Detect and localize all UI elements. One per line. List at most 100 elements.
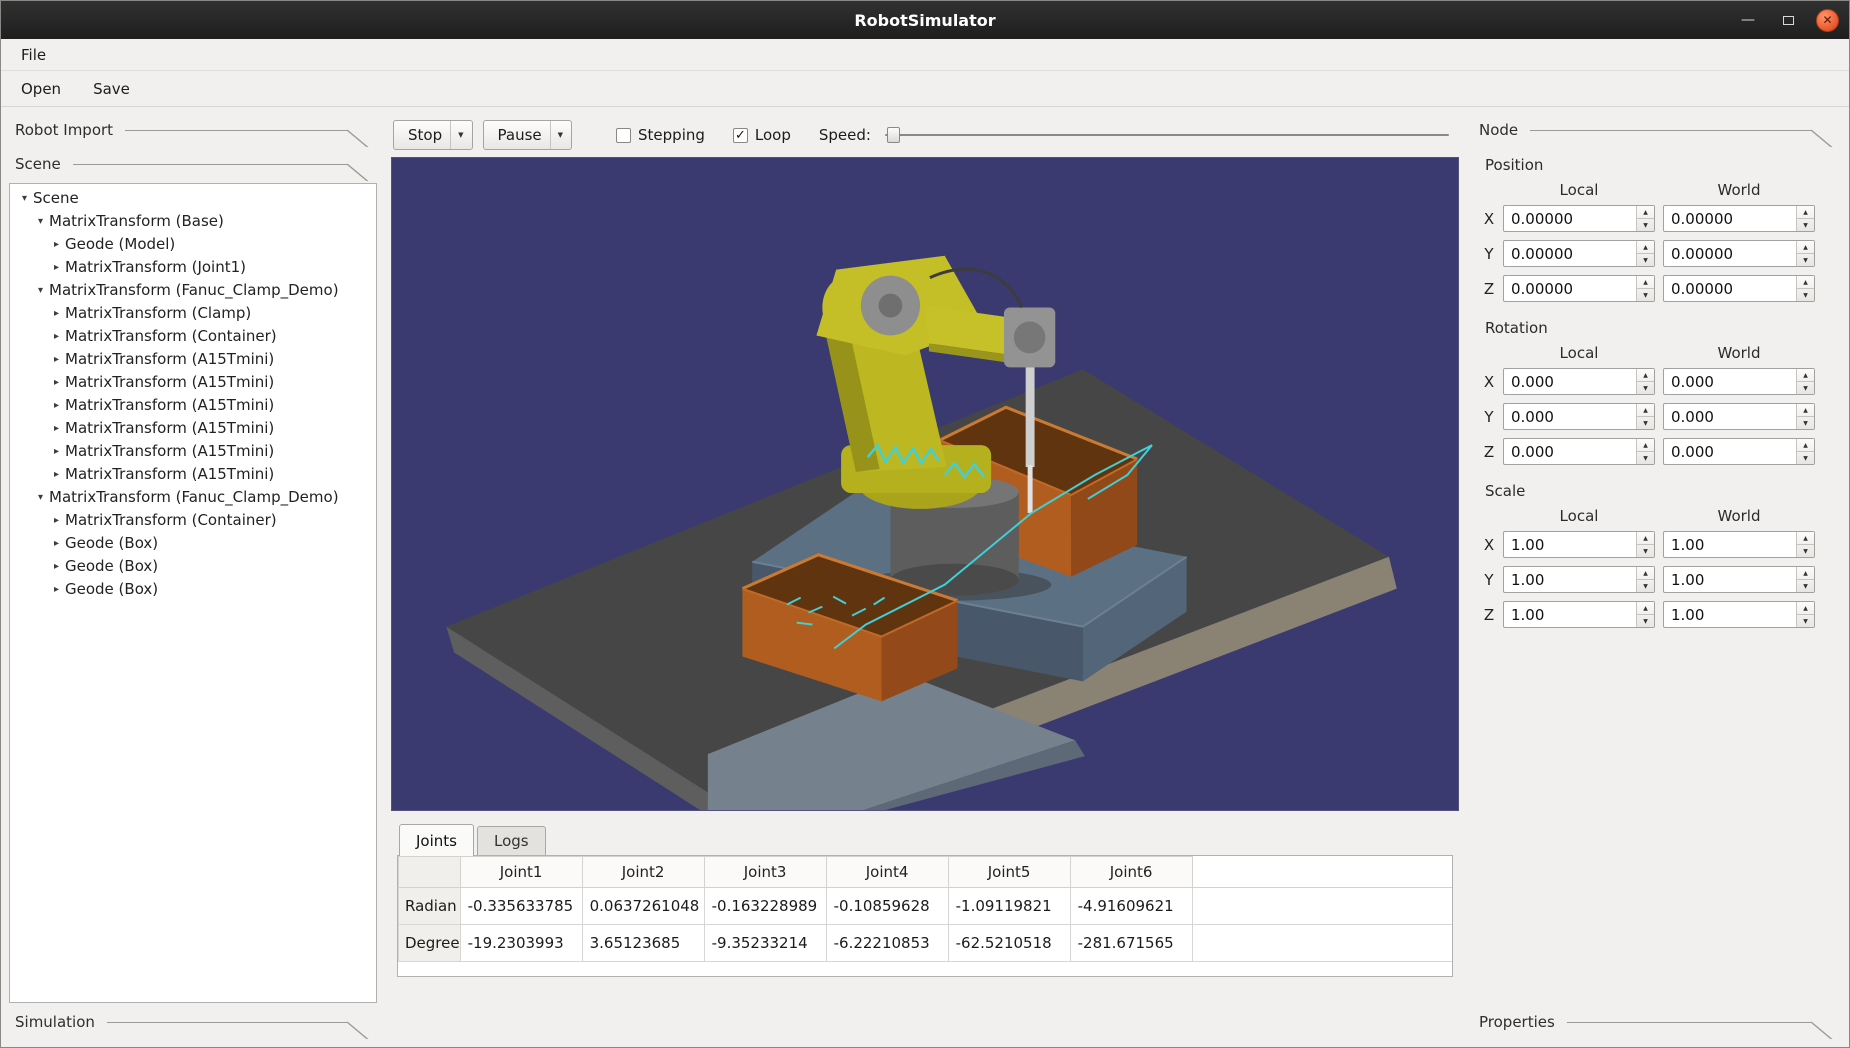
spin-buttons[interactable]: ▲▼ <box>1796 567 1814 592</box>
spin-down-button[interactable]: ▼ <box>1797 545 1814 557</box>
spin-buttons[interactable]: ▲▼ <box>1796 206 1814 231</box>
tree-item[interactable]: ▸MatrixTransform (A15Tmini) <box>10 348 376 371</box>
minimize-button[interactable]: — <box>1736 8 1760 32</box>
checkbox-box[interactable]: ✓ <box>733 128 748 143</box>
scale-y-world-spinbox[interactable]: 1.00 ▲▼ <box>1663 566 1815 593</box>
position-y-local-spinbox[interactable]: 0.00000 ▲▼ <box>1503 240 1655 267</box>
spin-buttons[interactable]: ▲▼ <box>1796 602 1814 627</box>
position-x-local-spinbox[interactable]: 0.00000 ▲▼ <box>1503 205 1655 232</box>
tree-item[interactable]: ▾MatrixTransform (Fanuc_Clamp_Demo) <box>10 279 376 302</box>
tree-item[interactable]: ▸MatrixTransform (A15Tmini) <box>10 394 376 417</box>
tree-item[interactable]: ▸MatrixTransform (A15Tmini) <box>10 440 376 463</box>
spin-buttons[interactable]: ▲▼ <box>1636 602 1654 627</box>
tree-expander-icon[interactable]: ▸ <box>48 302 65 325</box>
speed-slider[interactable] <box>885 125 1449 145</box>
spin-down-button[interactable]: ▼ <box>1637 289 1654 301</box>
tree-item[interactable]: ▸MatrixTransform (Container) <box>10 509 376 532</box>
section-header-simulation[interactable]: Simulation <box>9 1005 377 1039</box>
tree-expander-icon[interactable]: ▸ <box>48 440 65 463</box>
scale-x-world-spinbox[interactable]: 1.00 ▲▼ <box>1663 531 1815 558</box>
spin-up-button[interactable]: ▲ <box>1637 404 1654 417</box>
tree-item[interactable]: ▸MatrixTransform (Clamp) <box>10 302 376 325</box>
spin-down-button[interactable]: ▼ <box>1797 452 1814 464</box>
tree-expander-icon[interactable]: ▾ <box>16 187 33 210</box>
spin-down-button[interactable]: ▼ <box>1637 545 1654 557</box>
open-button[interactable]: Open <box>17 77 65 101</box>
maximize-button[interactable] <box>1776 8 1800 32</box>
spin-buttons[interactable]: ▲▼ <box>1796 532 1814 557</box>
close-button[interactable]: ✕ <box>1816 9 1839 32</box>
spin-up-button[interactable]: ▲ <box>1637 602 1654 615</box>
scene-tree[interactable]: ▾Scene ▾MatrixTransform (Base) ▸Geode (M… <box>9 183 377 1003</box>
tree-item[interactable]: ▸Geode (Box) <box>10 532 376 555</box>
spin-buttons[interactable]: ▲▼ <box>1636 206 1654 231</box>
tree-expander-icon[interactable]: ▸ <box>48 325 65 348</box>
tree-expander-icon[interactable]: ▾ <box>32 210 49 233</box>
tree-item[interactable]: ▾MatrixTransform (Base) <box>10 210 376 233</box>
rotation-z-world-spinbox[interactable]: 0.000 ▲▼ <box>1663 438 1815 465</box>
rotation-y-local-spinbox[interactable]: 0.000 ▲▼ <box>1503 403 1655 430</box>
position-y-world-spinbox[interactable]: 0.00000 ▲▼ <box>1663 240 1815 267</box>
tree-expander-icon[interactable]: ▸ <box>48 532 65 555</box>
titlebar[interactable]: RobotSimulator — ✕ <box>1 1 1849 39</box>
spin-up-button[interactable]: ▲ <box>1637 439 1654 452</box>
section-header-robot-import[interactable]: Robot Import <box>9 113 377 147</box>
spin-buttons[interactable]: ▲▼ <box>1636 369 1654 394</box>
tree-item[interactable]: ▾Scene <box>10 187 376 210</box>
spin-up-button[interactable]: ▲ <box>1797 602 1814 615</box>
3d-viewport[interactable] <box>391 157 1459 811</box>
tab-logs[interactable]: Logs <box>477 826 546 855</box>
tree-expander-icon[interactable]: ▾ <box>32 279 49 302</box>
tree-item[interactable]: ▸MatrixTransform (Container) <box>10 325 376 348</box>
spin-up-button[interactable]: ▲ <box>1637 276 1654 289</box>
tree-expander-icon[interactable]: ▸ <box>48 417 65 440</box>
section-header-scene[interactable]: Scene <box>9 147 377 181</box>
spin-buttons[interactable]: ▲▼ <box>1796 369 1814 394</box>
spin-down-button[interactable]: ▼ <box>1637 382 1654 394</box>
tree-item[interactable]: ▸MatrixTransform (A15Tmini) <box>10 417 376 440</box>
spin-buttons[interactable]: ▲▼ <box>1636 567 1654 592</box>
spin-down-button[interactable]: ▼ <box>1797 382 1814 394</box>
scale-x-local-spinbox[interactable]: 1.00 ▲▼ <box>1503 531 1655 558</box>
save-button[interactable]: Save <box>89 77 134 101</box>
spin-down-button[interactable]: ▼ <box>1637 417 1654 429</box>
spin-down-button[interactable]: ▼ <box>1797 254 1814 266</box>
tree-expander-icon[interactable]: ▸ <box>48 509 65 532</box>
rotation-x-local-spinbox[interactable]: 0.000 ▲▼ <box>1503 368 1655 395</box>
section-header-node[interactable]: Node <box>1473 113 1841 147</box>
spin-down-button[interactable]: ▼ <box>1797 580 1814 592</box>
spin-buttons[interactable]: ▲▼ <box>1796 439 1814 464</box>
spin-buttons[interactable]: ▲▼ <box>1796 404 1814 429</box>
tree-item[interactable]: ▸Geode (Box) <box>10 555 376 578</box>
slider-handle[interactable] <box>887 127 900 143</box>
scale-y-local-spinbox[interactable]: 1.00 ▲▼ <box>1503 566 1655 593</box>
chevron-down-icon[interactable]: ▼ <box>450 121 463 149</box>
spin-down-button[interactable]: ▼ <box>1797 615 1814 627</box>
rotation-z-local-spinbox[interactable]: 0.000 ▲▼ <box>1503 438 1655 465</box>
position-z-world-spinbox[interactable]: 0.00000 ▲▼ <box>1663 275 1815 302</box>
tree-expander-icon[interactable]: ▸ <box>48 555 65 578</box>
spin-down-button[interactable]: ▼ <box>1637 219 1654 231</box>
spin-up-button[interactable]: ▲ <box>1637 369 1654 382</box>
spin-up-button[interactable]: ▲ <box>1637 241 1654 254</box>
spin-down-button[interactable]: ▼ <box>1637 452 1654 464</box>
spin-up-button[interactable]: ▲ <box>1797 369 1814 382</box>
spin-up-button[interactable]: ▲ <box>1637 206 1654 219</box>
tab-joints[interactable]: Joints <box>399 824 474 856</box>
spin-down-button[interactable]: ▼ <box>1637 254 1654 266</box>
stop-button[interactable]: Stop ▼ <box>393 120 473 150</box>
tree-item[interactable]: ▸Geode (Box) <box>10 578 376 601</box>
rotation-y-world-spinbox[interactable]: 0.000 ▲▼ <box>1663 403 1815 430</box>
pause-button[interactable]: Pause ▼ <box>483 120 573 150</box>
tree-item[interactable]: ▸MatrixTransform (A15Tmini) <box>10 371 376 394</box>
spin-down-button[interactable]: ▼ <box>1637 615 1654 627</box>
spin-buttons[interactable]: ▲▼ <box>1636 404 1654 429</box>
spin-up-button[interactable]: ▲ <box>1797 532 1814 545</box>
tree-item[interactable]: ▾MatrixTransform (Fanuc_Clamp_Demo) <box>10 486 376 509</box>
rotation-x-world-spinbox[interactable]: 0.000 ▲▼ <box>1663 368 1815 395</box>
tree-expander-icon[interactable]: ▸ <box>48 348 65 371</box>
spin-up-button[interactable]: ▲ <box>1637 532 1654 545</box>
stepping-checkbox[interactable]: Stepping <box>616 126 705 144</box>
tree-expander-icon[interactable]: ▸ <box>48 371 65 394</box>
section-header-properties[interactable]: Properties <box>1473 1005 1841 1039</box>
